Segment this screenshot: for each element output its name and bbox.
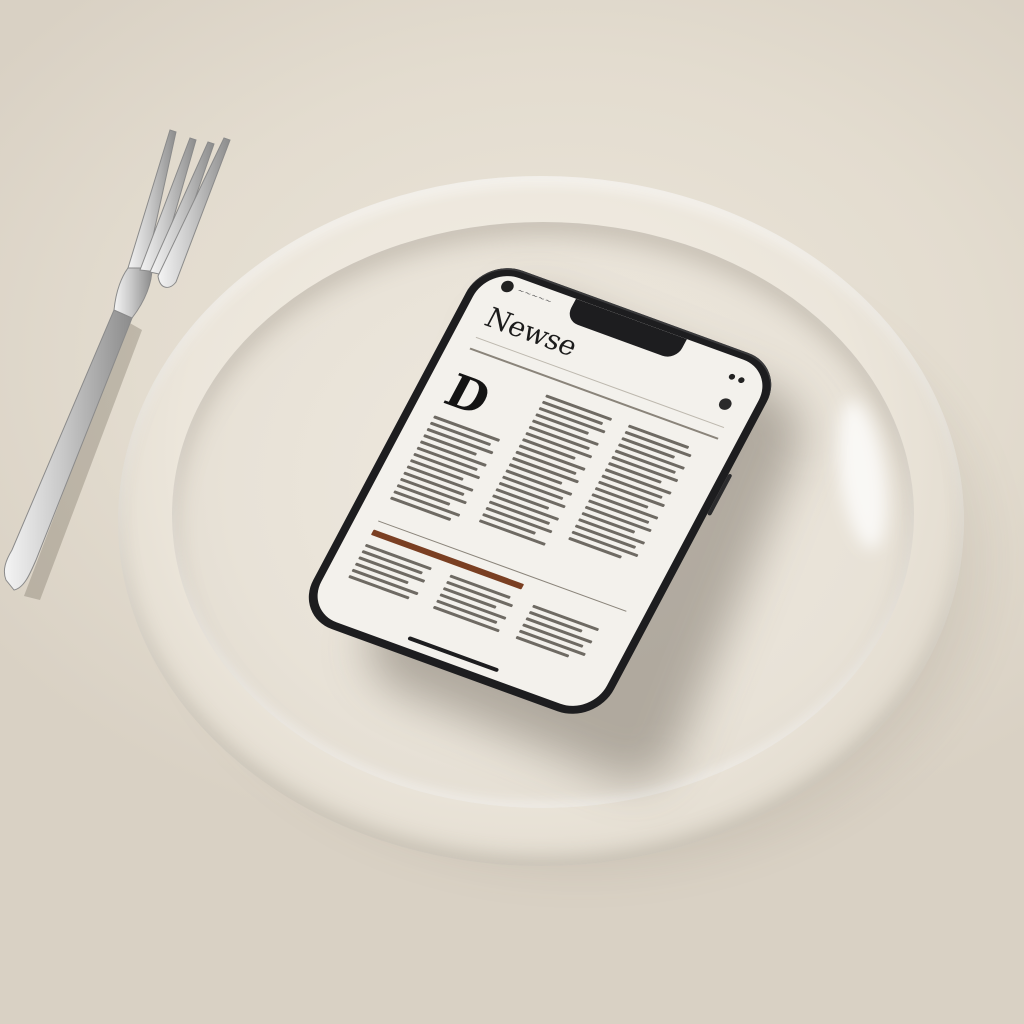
signal-dot-icon	[727, 373, 737, 381]
article-column-5	[431, 574, 517, 636]
battery-dot-icon	[737, 376, 746, 384]
app-title: Newse	[479, 301, 583, 363]
settings-icon[interactable]	[716, 396, 734, 412]
article-column-1	[388, 415, 501, 526]
article-column-6	[514, 604, 600, 666]
drop-cap: D	[436, 363, 500, 426]
status-text: ~~~~~	[515, 285, 554, 307]
article-column-4	[346, 543, 432, 605]
camera-icon	[498, 279, 516, 294]
table-surface: ~~~~~ Newse D	[0, 0, 1024, 1024]
status-bar-left: ~~~~~	[498, 279, 557, 309]
status-bar-right	[722, 364, 750, 388]
